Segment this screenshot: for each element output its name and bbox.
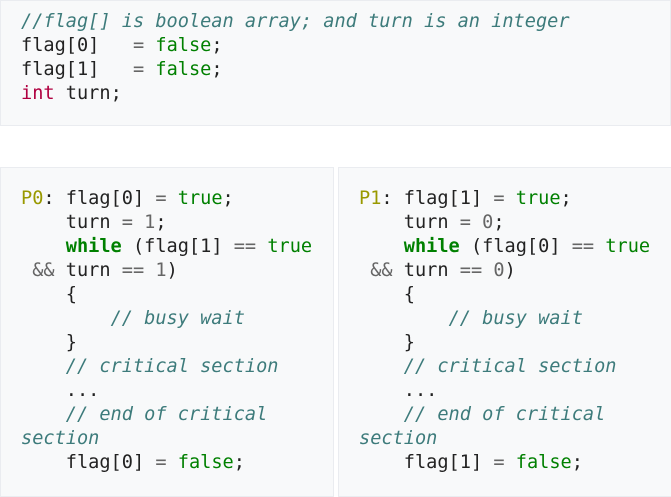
shared-variables-code: //flag[] is boolean array; and turn is a…	[21, 11, 570, 104]
int-keyword: int	[21, 83, 55, 104]
process-label: P0	[21, 188, 44, 209]
process-label: P1	[359, 188, 382, 209]
process-p1-code: P1: flag[1] = true; turn = 0; while (fla…	[359, 188, 651, 473]
critical-section-comment: // critical section	[403, 356, 617, 377]
flag0-decl: flag[0]	[21, 35, 100, 56]
while-keyword: while	[65, 236, 122, 257]
process-p0-code-block: P0: flag[0] = true; turn = 1; while (fla…	[0, 167, 334, 497]
shared-variables-code-block: //flag[] is boolean array; and turn is a…	[0, 0, 671, 126]
end-critical-comment: // end of critical	[403, 404, 606, 425]
flag0-value: false	[155, 35, 212, 56]
flag1-decl: flag[1]	[21, 59, 100, 80]
process-p1-code-block: P1: flag[1] = true; turn = 0; while (fla…	[338, 167, 671, 497]
busy-wait-comment: // busy wait	[110, 308, 245, 329]
while-keyword: while	[403, 236, 460, 257]
header-comment: //flag[] is boolean array; and turn is a…	[21, 11, 570, 32]
end-critical-comment: // end of critical	[65, 404, 268, 425]
critical-section-comment: // critical section	[65, 356, 279, 377]
busy-wait-comment: // busy wait	[448, 308, 583, 329]
turn-decl: turn;	[54, 83, 122, 104]
process-p0-code: P0: flag[0] = true; turn = 1; while (fla…	[21, 188, 313, 473]
flag1-value: false	[155, 59, 212, 80]
